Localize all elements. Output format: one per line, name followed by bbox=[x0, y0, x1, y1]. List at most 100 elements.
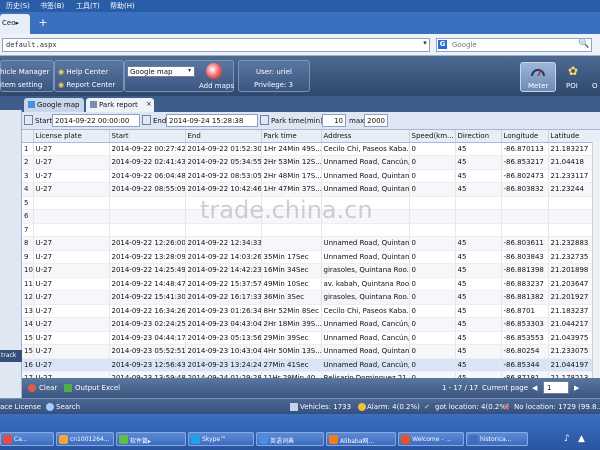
taskbar-item[interactable]: cn1001264... bbox=[56, 432, 114, 446]
park-max-input[interactable]: 2000 bbox=[364, 114, 388, 127]
poi-label[interactable]: POI bbox=[566, 82, 578, 90]
search-link[interactable]: Search bbox=[56, 403, 80, 411]
table-cell: 2014-09-22 12:26:00 bbox=[109, 236, 186, 251]
taskbar-item[interactable]: Alibaba网... bbox=[326, 432, 396, 446]
table-row[interactable]: 15 U-27 2014-09-23 04:44:17 2014-09-23 05:1… bbox=[22, 331, 600, 345]
search-input[interactable]: Google bbox=[436, 38, 592, 52]
google-icon[interactable]: G bbox=[438, 40, 447, 49]
pin-icon[interactable]: ✿ bbox=[566, 64, 580, 78]
table-cell bbox=[33, 196, 110, 210]
url-input[interactable]: default.aspx bbox=[2, 38, 430, 52]
help-center-button[interactable]: ◉ Help Center bbox=[58, 68, 108, 76]
page-number-input[interactable]: 1 bbox=[543, 381, 569, 394]
taskbar-item[interactable]: 英语词典 bbox=[256, 432, 324, 446]
clear-button[interactable]: Clear bbox=[39, 384, 57, 392]
table-cell: 45 bbox=[455, 304, 502, 318]
taskbar-item[interactable]: Welcome - ... bbox=[398, 432, 464, 446]
table-row[interactable]: 10 U-27 2014-09-22 14:25:49 2014-09-22 14:4… bbox=[22, 263, 600, 278]
column-header[interactable]: Start bbox=[109, 130, 186, 143]
table-cell: Unnamed Road, Cancún, ... bbox=[321, 317, 410, 332]
taskbar-item[interactable]: historica... bbox=[466, 432, 528, 446]
url-dropdown-icon[interactable]: ▾ bbox=[420, 39, 430, 51]
add-maps-icon[interactable] bbox=[206, 63, 222, 79]
column-header[interactable] bbox=[22, 130, 34, 143]
column-header[interactable]: Latitude bbox=[548, 130, 600, 143]
menu-help[interactable]: 帮助(H) bbox=[110, 1, 135, 11]
add-maps-label[interactable]: Add maps bbox=[199, 82, 234, 90]
calendar-icon[interactable] bbox=[142, 115, 151, 125]
taskbar-item[interactable]: Skype™ bbox=[188, 432, 254, 446]
speaker-icon[interactable]: ♪ bbox=[564, 434, 570, 444]
new-tab-button[interactable]: + bbox=[36, 16, 50, 30]
park-min-input[interactable]: 10 bbox=[322, 114, 346, 127]
table-cell bbox=[33, 209, 110, 224]
table-cell: 35Min 17Sec bbox=[261, 250, 322, 264]
report-center-button[interactable]: ◉ Report Center bbox=[58, 81, 115, 89]
network-icon[interactable]: ▲ bbox=[578, 434, 585, 444]
column-header[interactable]: License plate bbox=[33, 130, 110, 143]
vehicle-manager-menu[interactable]: hicle Manager bbox=[0, 68, 49, 76]
table-row[interactable]: 2 U-27 2014-09-22 02:41:43 2014-09-22 05:34… bbox=[22, 155, 600, 170]
table-row[interactable]: 4 U-27 2014-09-22 08:55:09 2014-09-22 10:42… bbox=[22, 182, 600, 197]
menu-bookmarks[interactable]: 书签(B) bbox=[40, 1, 64, 11]
checkmark-icon: ✔ bbox=[424, 403, 430, 411]
table-cell: Unnamed Road, Cancún, ... bbox=[321, 358, 410, 372]
clear-icon[interactable] bbox=[28, 384, 36, 392]
table-row[interactable]: 3 U-27 2014-09-22 06:04:48 2014-09-22 08:53… bbox=[22, 169, 600, 183]
calendar-icon[interactable] bbox=[260, 115, 269, 125]
app-icon bbox=[191, 435, 200, 444]
next-page-icon[interactable]: ▶ bbox=[574, 384, 579, 392]
table-cell: -86.80254 bbox=[501, 344, 549, 359]
column-header[interactable]: Direction bbox=[455, 130, 502, 143]
column-header[interactable]: Park time bbox=[261, 130, 322, 143]
table-row[interactable]: 9 U-27 2014-09-22 13:28:09 2014-09-22 14:03… bbox=[22, 250, 600, 264]
column-header[interactable]: Speed(km... bbox=[409, 130, 456, 143]
track-tab[interactable]: track bbox=[0, 350, 22, 362]
table-row[interactable]: 12 U-27 2014-09-22 15:41:30 2014-09-22 16:1… bbox=[22, 290, 600, 305]
calendar-icon[interactable] bbox=[24, 115, 33, 125]
item-setting-menu[interactable]: item setting bbox=[0, 81, 42, 89]
excel-icon[interactable] bbox=[64, 384, 72, 392]
search-icon[interactable] bbox=[46, 403, 54, 411]
taskbar-item[interactable]: 软件篇▸ bbox=[116, 432, 186, 446]
row-number: 7 bbox=[22, 223, 34, 237]
start-date-input[interactable]: 2014-09-22 00:00:00 bbox=[52, 114, 140, 127]
table-row[interactable]: 16 U-27 2014-09-23 12:56:43 2014-09-23 13:2… bbox=[22, 358, 600, 372]
column-header[interactable]: Address bbox=[321, 130, 410, 143]
report-icon bbox=[90, 101, 97, 108]
tab-park-report[interactable]: Park report × bbox=[86, 98, 154, 112]
vertical-scrollbar[interactable] bbox=[592, 142, 600, 378]
license-link[interactable]: ace License bbox=[0, 403, 41, 411]
output-excel-button[interactable]: Output Excel bbox=[75, 384, 120, 392]
end-date-input[interactable]: 2014-09-24 15:28:38 bbox=[166, 114, 258, 127]
table-row[interactable]: 11 U-27 2014-09-22 14:48:47 2014-09-22 15:3… bbox=[22, 277, 600, 291]
row-number: 1 bbox=[22, 142, 34, 156]
table-cell: Unnamed Road, Quintana... bbox=[321, 182, 410, 197]
taskbar-item[interactable]: Ca... bbox=[0, 432, 54, 446]
tab-google-map[interactable]: Google map bbox=[24, 98, 84, 112]
table-row[interactable]: 13 U-27 2014-09-22 16:34:26 2014-09-23 01:2… bbox=[22, 304, 600, 318]
prev-page-icon[interactable]: ◀ bbox=[532, 384, 537, 392]
table-row[interactable]: 8 U-27 2014-09-22 12:26:00 2014-09-22 12:34… bbox=[22, 236, 600, 251]
chevron-down-icon[interactable]: ▾ bbox=[185, 67, 194, 76]
search-placeholder: Google bbox=[452, 41, 477, 49]
table-cell bbox=[409, 223, 456, 237]
table-row[interactable]: 15 U-27 2014-09-23 05:52:51 2014-09-23 10:4… bbox=[22, 344, 600, 359]
table-row[interactable]: 14 U-27 2014-09-23 02:24:25 2014-09-23 04:4… bbox=[22, 317, 600, 332]
search-icon[interactable]: 🔍 bbox=[578, 39, 590, 51]
column-header[interactable]: End bbox=[185, 130, 262, 143]
taskbar-item-label: historica... bbox=[480, 436, 512, 443]
close-icon[interactable]: × bbox=[146, 100, 152, 108]
table-cell: U-27 bbox=[33, 317, 110, 332]
extra-toolbar-label[interactable]: O bbox=[592, 82, 598, 90]
menu-history[interactable]: 历史(S) bbox=[6, 1, 30, 11]
table-cell: 2Hr 48Min 17S... bbox=[261, 169, 322, 183]
start-label: Start bbox=[35, 117, 53, 125]
table-row[interactable]: 1 U-27 2014-09-22 00:27:42 2014-09-22 01:52… bbox=[22, 142, 600, 156]
column-header[interactable]: Longitude bbox=[501, 130, 549, 143]
menu-tools[interactable]: 工具(T) bbox=[76, 1, 100, 11]
table-cell: girasoles, Quintana Roo... bbox=[321, 290, 410, 305]
browser-tab[interactable]: Ceo▸ bbox=[0, 14, 30, 34]
table-cell: U-27 bbox=[33, 277, 110, 291]
table-cell bbox=[261, 236, 322, 251]
